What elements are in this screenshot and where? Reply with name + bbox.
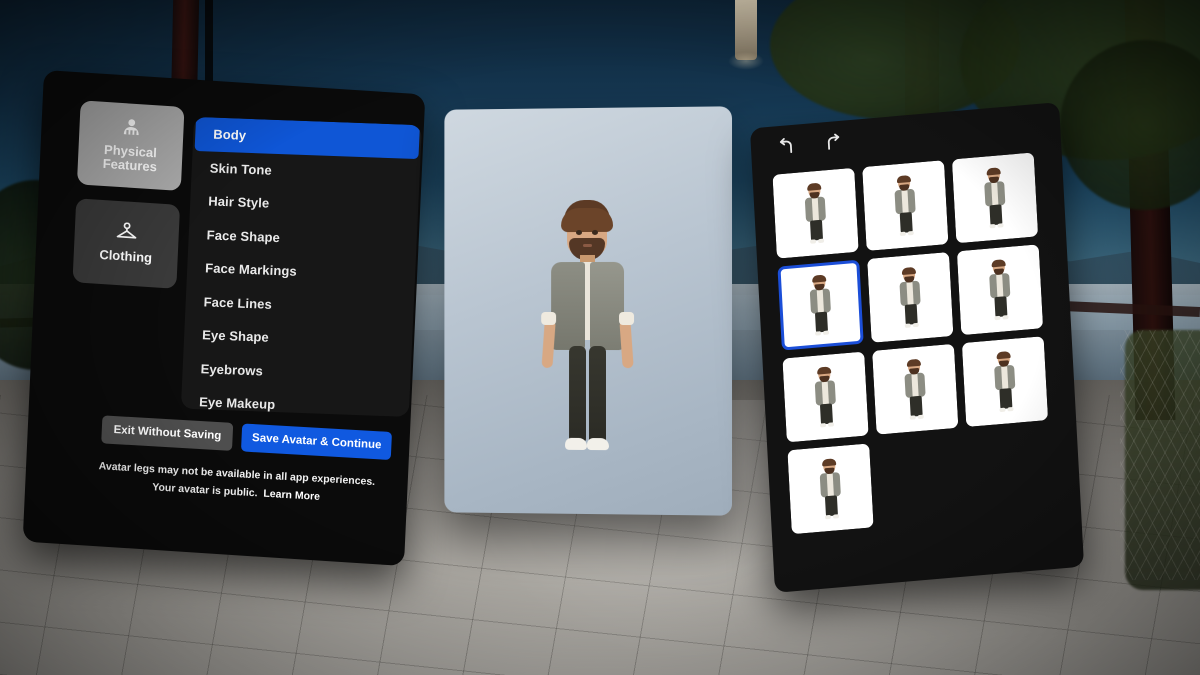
avatar-shoe-left <box>565 437 587 450</box>
avatar-mouth <box>583 243 592 248</box>
history-toolbar <box>772 130 847 162</box>
body-type-panel <box>749 102 1085 593</box>
mesh-fence <box>1120 330 1200 580</box>
redo-button[interactable] <box>820 130 847 158</box>
avatar-model[interactable] <box>517 199 657 471</box>
body-type-card[interactable] <box>772 167 859 259</box>
clothes-hanger-icon <box>114 222 139 245</box>
hanging-lamp <box>735 0 757 60</box>
avatar-eye-right <box>591 229 598 235</box>
exit-without-saving-button[interactable]: Exit Without Saving <box>101 415 234 451</box>
redo-icon <box>823 132 844 157</box>
menu-item-label: Face Shape <box>206 227 281 245</box>
avatar-leg-right <box>588 346 606 443</box>
menu-item-label: Face Lines <box>203 294 273 312</box>
avatar-shoe-right <box>587 438 609 451</box>
body-type-thumbnail <box>990 351 1019 413</box>
body-type-thumbnail <box>980 167 1009 229</box>
avatar-arm-left <box>541 319 556 369</box>
body-type-card[interactable] <box>867 251 954 343</box>
person-bust-icon <box>120 117 143 140</box>
category-label: Clothing <box>99 246 153 266</box>
learn-more-link[interactable]: Learn More <box>263 488 320 503</box>
privacy-text: Your avatar is public. <box>152 481 258 500</box>
menu-item-label: Face Markings <box>204 260 298 279</box>
panel-footnote: Avatar legs may not be available in all … <box>71 456 402 512</box>
avatar-preview-backdrop[interactable] <box>444 106 733 516</box>
vr-scene: Physical Features Clothing Body Skin Ton… <box>0 0 1200 675</box>
avatar-cuff-right <box>619 312 635 326</box>
category-clothing[interactable]: Clothing <box>72 198 181 289</box>
body-type-card[interactable] <box>782 351 869 443</box>
avatar-leg-left <box>569 345 587 442</box>
avatar-cuff-left <box>541 311 557 325</box>
body-type-thumbnail <box>901 358 930 420</box>
undo-icon <box>775 136 796 161</box>
avatar-jacket-left <box>551 262 586 350</box>
body-type-card-selected[interactable] <box>777 259 864 351</box>
editor-left-panel: Physical Features Clothing Body Skin Ton… <box>22 69 426 567</box>
body-type-card[interactable] <box>951 152 1039 244</box>
category-label: Physical Features <box>102 141 158 175</box>
menu-item-label: Eyebrows <box>200 361 264 379</box>
body-type-card[interactable] <box>862 160 949 251</box>
menu-item-label: Hair Style <box>207 193 270 211</box>
menu-item-label: Body <box>212 126 247 144</box>
avatar-eye-left <box>576 230 583 236</box>
body-type-grid <box>772 152 1063 535</box>
body-type-thumbnail <box>816 458 845 520</box>
body-type-thumbnail <box>985 259 1014 321</box>
category-physical-features[interactable]: Physical Features <box>76 100 185 191</box>
feature-menu-list: Body Skin Tone Hair Style Face Shape Fac… <box>180 116 422 417</box>
body-type-thumbnail <box>891 174 920 237</box>
category-rail: Physical Features Clothing <box>72 100 185 303</box>
avatar-jacket-right <box>589 261 625 351</box>
menu-item-label: Eye Makeup <box>198 394 276 413</box>
avatar-arm-right <box>619 319 634 369</box>
body-type-thumbnail <box>896 266 925 328</box>
body-type-thumbnail <box>811 366 840 428</box>
undo-button[interactable] <box>772 134 799 162</box>
body-type-card[interactable] <box>787 443 874 535</box>
body-type-card[interactable] <box>872 343 959 435</box>
menu-item-label: Eye Shape <box>201 327 270 345</box>
save-avatar-continue-button[interactable]: Save Avatar & Continue <box>241 423 392 461</box>
action-button-row: Exit Without Saving Save Avatar & Contin… <box>101 415 392 461</box>
body-type-card[interactable] <box>956 244 1044 336</box>
body-type-card[interactable] <box>961 336 1049 428</box>
body-type-thumbnail <box>801 182 830 244</box>
avatar-hair-front <box>561 207 614 233</box>
menu-item-label: Skin Tone <box>209 160 273 178</box>
lamp-glow <box>728 52 764 70</box>
body-type-thumbnail <box>806 274 835 336</box>
